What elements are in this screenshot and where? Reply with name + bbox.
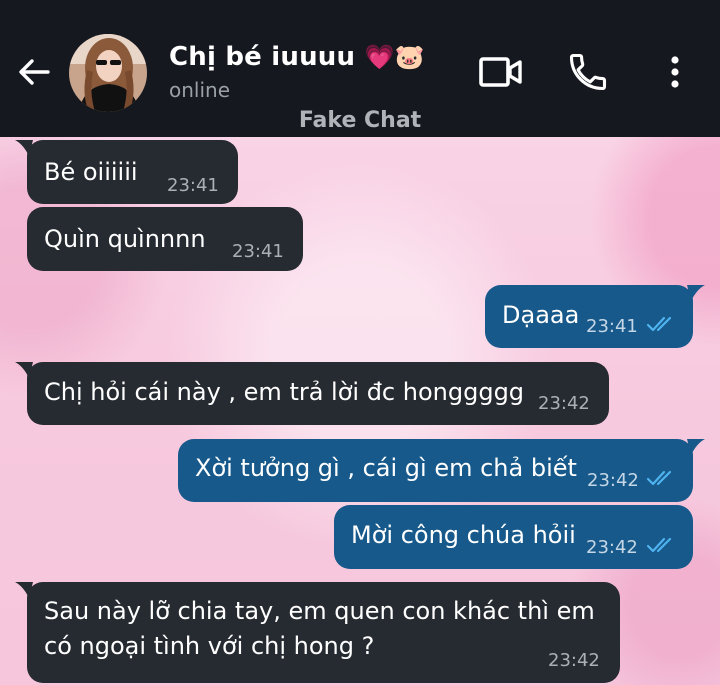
phone-icon — [569, 53, 607, 91]
message-text: Chị hỏi cái này , em trả lời đc honggggg — [44, 378, 525, 406]
read-receipt-icon — [646, 537, 672, 553]
message-time: 23:41 — [586, 316, 638, 337]
message-bubble-outgoing[interactable]: Dạaaa 23:41 — [485, 285, 705, 348]
message-text-line-1: Sau này lỡ chia tay, em quen con khác th… — [44, 597, 595, 625]
message-bubble-incoming[interactable]: Bé oiiiiii 23:41 — [15, 140, 238, 204]
avatar[interactable] — [69, 34, 147, 112]
message-time: 23:42 — [586, 537, 638, 558]
message-text: Xời tưởng gì , cái gì em chả biết — [195, 454, 577, 482]
message-time: 23:42 — [587, 470, 639, 491]
message-time: 23:41 — [232, 241, 284, 262]
message-time: 23:41 — [167, 175, 219, 196]
back-arrow-icon[interactable] — [14, 52, 54, 92]
contact-name-emoji: 💗🐷 — [364, 43, 425, 71]
message-bubble-incoming[interactable]: Chị hỏi cái này , em trả lời đc honggggg… — [15, 362, 609, 425]
message-text: Mời công chúa hỏii — [351, 521, 576, 549]
video-call-icon — [479, 57, 522, 87]
online-status: online — [169, 78, 231, 102]
message-text: Bé oiiiiii — [44, 158, 138, 186]
message-bubble-incoming[interactable]: Quìn quìnnnn 23:41 — [27, 207, 303, 271]
voice-call-button[interactable] — [566, 50, 610, 94]
watermark: Fake Chat — [298, 108, 422, 133]
more-vertical-icon — [671, 56, 679, 88]
more-options-button[interactable] — [660, 50, 690, 94]
message-text-line-2: có ngoại tình với chị hong ? — [44, 632, 375, 660]
read-receipt-icon — [646, 316, 672, 332]
message-time: 23:42 — [538, 393, 590, 414]
video-call-button[interactable] — [476, 52, 526, 92]
message-list[interactable]: Bé oiiiiii 23:41 Quìn quìnnnn 23:41 Dạaa… — [0, 137, 720, 685]
message-time: 23:42 — [548, 650, 600, 671]
message-bubble-outgoing[interactable]: Xời tưởng gì , cái gì em chả biết 23:42 — [178, 439, 705, 502]
contact-name-text: Chị bé iuuuu — [169, 42, 356, 72]
chat-header: Chị bé iuuuu 💗🐷 online Fake Chat — [0, 0, 720, 137]
message-bubble-incoming[interactable]: Sau này lỡ chia tay, em quen con khác th… — [15, 582, 620, 683]
message-text: Dạaaa — [502, 301, 580, 329]
message-bubble-outgoing[interactable]: Mời công chúa hỏii 23:42 — [334, 505, 693, 569]
contact-name[interactable]: Chị bé iuuuu 💗🐷 — [169, 42, 425, 72]
read-receipt-icon — [646, 470, 672, 486]
message-text: Quìn quìnnnn — [44, 225, 206, 253]
